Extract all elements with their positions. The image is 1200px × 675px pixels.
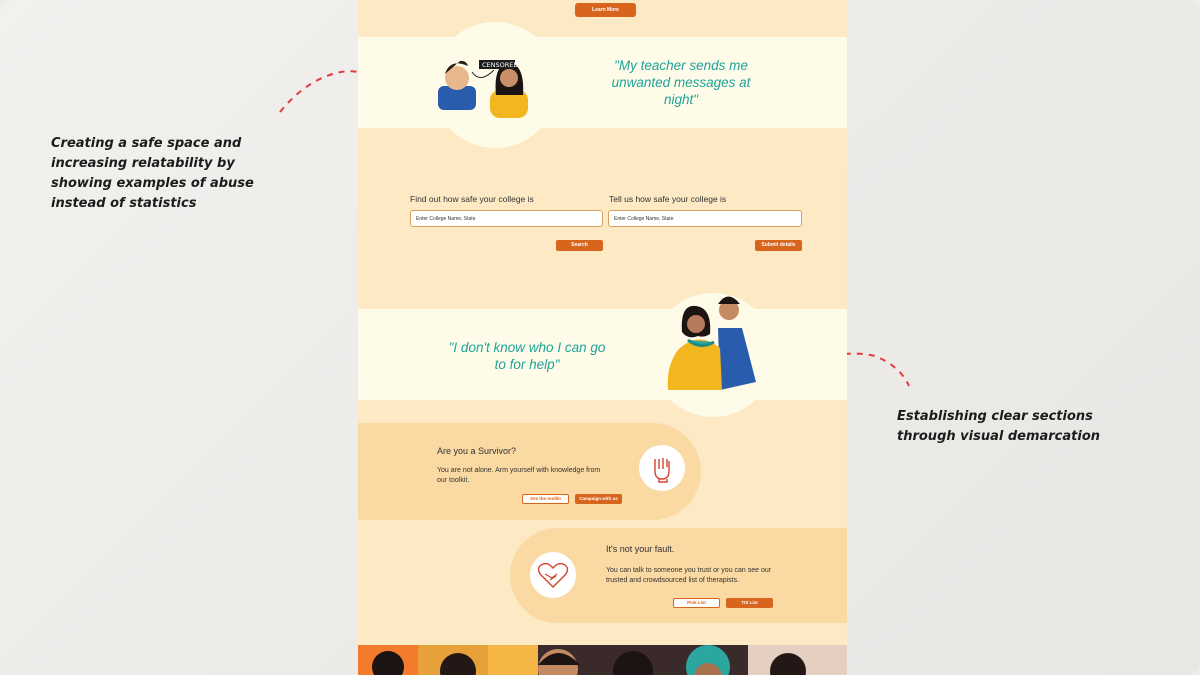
see-toolkit-button[interactable]: See the toolkit — [522, 494, 569, 504]
survivor-text: You are not alone. Arm yourself with kno… — [437, 467, 601, 484]
tell-college-input[interactable]: Enter College Name, State — [608, 210, 802, 227]
campaign-with-us-button[interactable]: Campaign with us — [575, 494, 622, 504]
find-safety-label: Find out how safe your college is — [410, 194, 534, 204]
fault-title: It's not your fault. — [606, 544, 675, 554]
survivor-icon-circle — [639, 445, 685, 491]
pink-list-button[interactable]: Pink List — [673, 598, 720, 608]
annotation-right: Establishing clear sections through visu… — [897, 409, 1101, 444]
learn-more-button[interactable]: Learn More — [575, 3, 636, 17]
heart-handshake-icon — [537, 562, 569, 588]
website-page: Learn More CENSORED "My teacher sends me… — [358, 0, 847, 675]
tell-safety-label: Tell us how safe your college is — [609, 194, 727, 204]
tis-list-button[interactable]: TIS List — [726, 598, 773, 608]
raised-fist-icon — [654, 458, 670, 483]
fault-text: You can talk to someone you trust or you… — [606, 567, 772, 584]
fault-icon-circle — [530, 552, 576, 598]
search-button[interactable]: Search — [556, 240, 603, 251]
censored-tag: CENSORED — [482, 61, 518, 69]
crowd-illustration-strip — [358, 645, 847, 675]
quote-1-text: "My teacher sends me unwanted messages a… — [611, 58, 751, 107]
find-college-input[interactable]: Enter College Name, State — [410, 210, 603, 227]
teacher-student-illustration: CENSORED — [438, 60, 528, 118]
submit-details-button[interactable]: Submit details — [755, 240, 802, 251]
friends-illustration — [667, 296, 756, 390]
quote-2-text: "I don't know who I can go to for help" — [448, 340, 606, 372]
survivor-title: Are you a Survivor? — [437, 446, 517, 456]
annotation-left: Creating a safe space and increasing rel… — [51, 136, 254, 211]
